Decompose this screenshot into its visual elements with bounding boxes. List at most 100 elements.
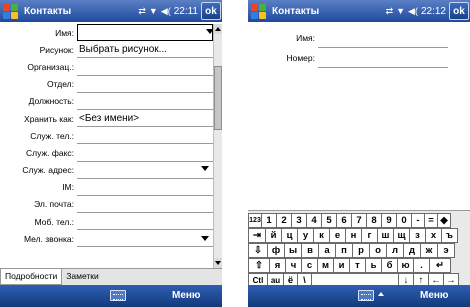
shift-key[interactable]: ⇧ <box>248 258 270 273</box>
enter-key[interactable]: ↵ <box>429 258 451 273</box>
title-bar: Контакты ⇄ ▼ ◀( 22:11 ok <box>0 0 222 22</box>
key[interactable]: 3 <box>291 213 307 228</box>
key[interactable]: = <box>424 213 438 228</box>
ok-button[interactable]: ok <box>201 2 221 20</box>
key[interactable]: . <box>413 258 430 273</box>
chevron-up-icon[interactable] <box>378 292 384 296</box>
key[interactable]: щ <box>393 228 410 243</box>
key[interactable]: е <box>329 228 346 243</box>
backspace-key[interactable]: ◆ <box>437 213 451 228</box>
menu-button[interactable]: Меню <box>172 290 200 301</box>
keyboard-icon[interactable] <box>110 290 126 301</box>
key[interactable]: п <box>335 243 353 258</box>
caps-key[interactable]: ⇩ <box>248 243 268 258</box>
mobile-phone-field[interactable] <box>77 213 213 231</box>
chevron-down-icon[interactable] <box>201 166 209 171</box>
key[interactable]: г <box>361 228 378 243</box>
key[interactable]: э <box>437 243 455 258</box>
key[interactable]: 7 <box>351 213 367 228</box>
scroll-up-button[interactable] <box>214 24 222 34</box>
windows-start-icon[interactable] <box>250 2 268 20</box>
key[interactable]: о <box>369 243 387 258</box>
key[interactable]: ц <box>281 228 298 243</box>
field-row-work-phone: Служ. тел.: <box>0 127 213 145</box>
chevron-down-icon[interactable] <box>201 236 209 241</box>
key-123[interactable]: 123 <box>248 213 262 228</box>
key[interactable]: й <box>265 228 282 243</box>
name-field[interactable] <box>318 28 448 48</box>
data-connection-icon[interactable]: ⇄ <box>138 6 146 17</box>
menu-bar: Меню <box>0 285 222 307</box>
key[interactable]: 9 <box>381 213 397 228</box>
key[interactable]: 2 <box>276 213 292 228</box>
key[interactable]: ш <box>377 228 394 243</box>
key[interactable]: 5 <box>321 213 337 228</box>
key[interactable]: ь <box>365 258 382 273</box>
windows-start-icon[interactable] <box>2 2 20 20</box>
key[interactable]: з <box>409 228 426 243</box>
key[interactable]: и <box>333 258 350 273</box>
company-field[interactable] <box>77 58 213 76</box>
key[interactable]: в <box>301 243 319 258</box>
data-connection-icon[interactable]: ⇄ <box>386 6 394 17</box>
key[interactable]: а <box>318 243 336 258</box>
key[interactable]: м <box>317 258 334 273</box>
file-as-field[interactable]: <Без имени> <box>77 110 213 128</box>
picture-field[interactable]: Выбрать рисунок... <box>77 41 213 59</box>
field-row-company: Организац.: <box>0 58 213 76</box>
work-phone-field[interactable] <box>77 127 213 145</box>
signal-icon[interactable]: ▼ <box>149 6 158 16</box>
contact-edit-screen: Контакты ⇄ ▼ ◀( 22:11 ok Имя: Рисунок: В… <box>0 0 222 307</box>
work-address-field[interactable] <box>77 162 213 179</box>
key[interactable]: - <box>411 213 425 228</box>
ringtone-field[interactable] <box>77 230 213 248</box>
key[interactable]: т <box>349 258 366 273</box>
tab-key[interactable]: ⇥ <box>248 228 266 243</box>
key[interactable]: ж <box>420 243 438 258</box>
key[interactable]: ф <box>267 243 285 258</box>
volume-icon[interactable]: ◀( <box>408 6 418 17</box>
scroll-down-button[interactable] <box>214 258 222 268</box>
keyboard-icon[interactable] <box>358 290 374 301</box>
key[interactable]: у <box>297 228 314 243</box>
key[interactable]: ы <box>284 243 302 258</box>
key[interactable]: ъ <box>441 228 458 243</box>
ok-button[interactable]: ok <box>449 2 469 20</box>
key[interactable]: ч <box>285 258 302 273</box>
signal-icon[interactable]: ▼ <box>396 6 405 16</box>
menu-bar: Меню <box>248 285 470 307</box>
key[interactable]: 4 <box>306 213 322 228</box>
department-field[interactable] <box>77 76 213 93</box>
key[interactable]: х <box>425 228 442 243</box>
key[interactable]: 0 <box>396 213 412 228</box>
key[interactable]: 1 <box>261 213 277 228</box>
vertical-scrollbar[interactable] <box>213 24 222 268</box>
volume-icon[interactable]: ◀( <box>161 6 171 17</box>
name-field[interactable] <box>77 24 213 42</box>
clock[interactable]: 22:12 <box>421 6 446 17</box>
key[interactable]: б <box>381 258 398 273</box>
key[interactable]: 6 <box>336 213 352 228</box>
key[interactable]: ю <box>397 258 414 273</box>
field-row-work-fax: Служ. факс: <box>0 144 213 162</box>
key[interactable]: я <box>269 258 286 273</box>
email-field[interactable] <box>77 196 213 214</box>
field-label: Отдел: <box>47 79 74 90</box>
key[interactable]: с <box>301 258 318 273</box>
job-title-field[interactable] <box>77 93 213 110</box>
key[interactable]: к <box>313 228 330 243</box>
work-fax-field[interactable] <box>77 144 213 162</box>
im-field[interactable] <box>77 179 213 196</box>
number-field[interactable] <box>318 48 448 68</box>
key[interactable]: р <box>352 243 370 258</box>
key[interactable]: д <box>403 243 421 258</box>
tab-notes[interactable]: Заметки <box>62 269 103 285</box>
scroll-thumb[interactable] <box>214 66 222 130</box>
key[interactable]: 8 <box>366 213 382 228</box>
tab-details[interactable]: Подробности <box>0 269 63 285</box>
clock[interactable]: 22:11 <box>174 6 198 17</box>
key[interactable]: л <box>386 243 404 258</box>
key[interactable]: н <box>345 228 362 243</box>
menu-button[interactable]: Меню <box>420 290 448 301</box>
field-label: Должность: <box>28 96 74 107</box>
